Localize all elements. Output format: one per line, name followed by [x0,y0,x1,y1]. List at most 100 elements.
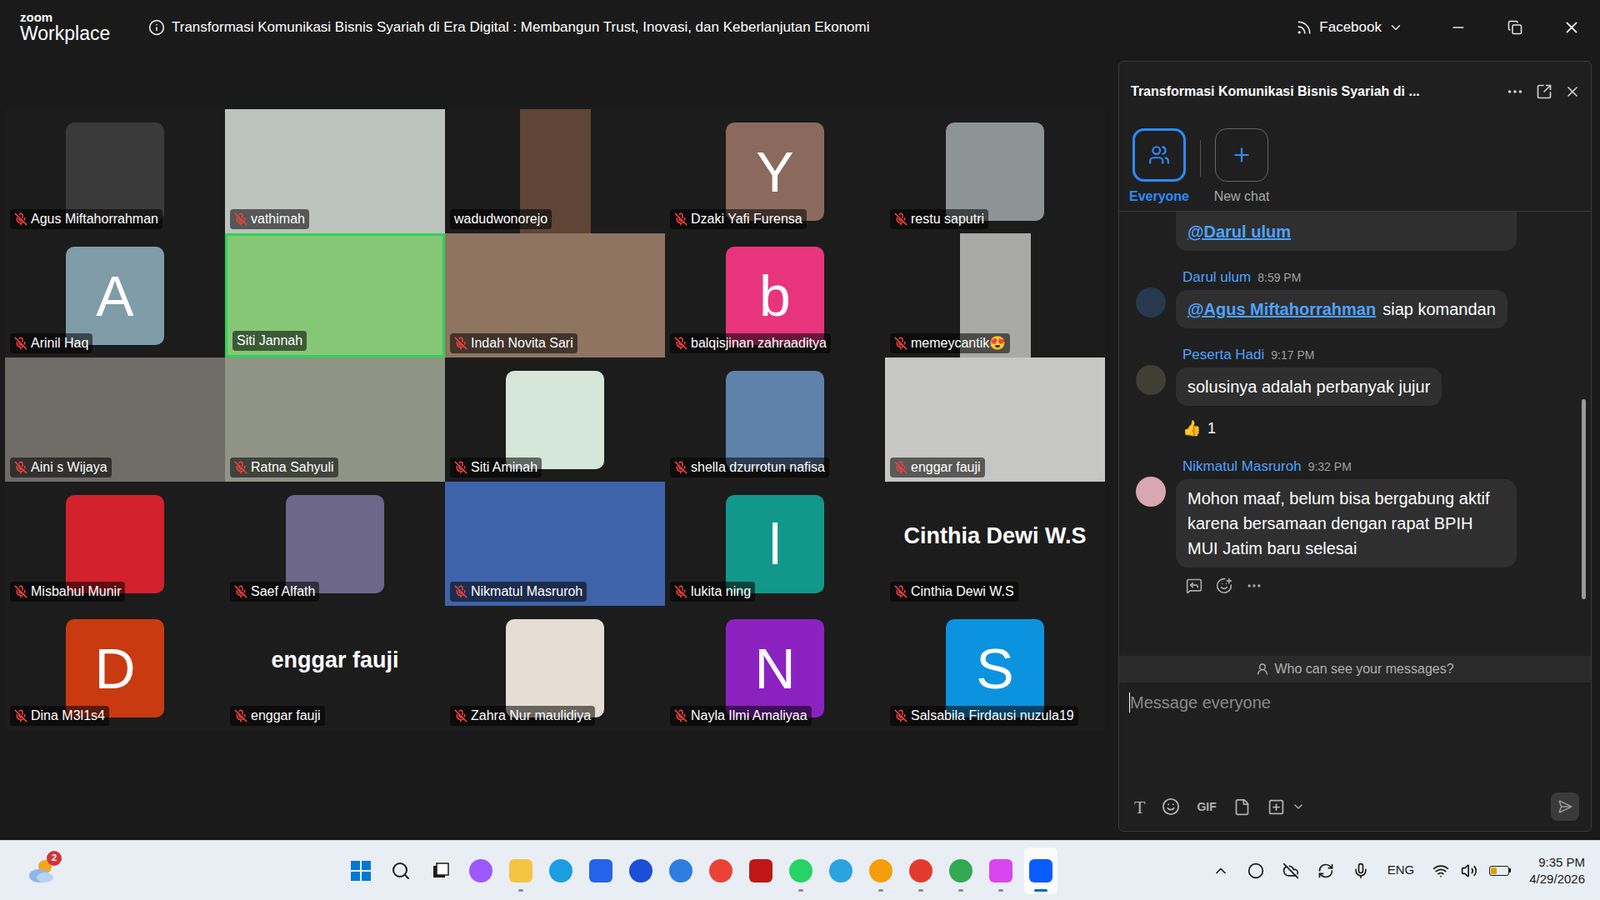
participant-tile[interactable]: Zahra Nur maulidiya [445,605,665,730]
participant-tile[interactable]: Misbahul Munir [5,481,225,606]
participant-tile[interactable]: bbalqisjinan zahraaditya [665,233,885,358]
taskbar-app[interactable] [904,847,938,895]
message-input[interactable]: Message everyone [1119,682,1591,783]
participant-tile[interactable]: Saef Alfath [225,481,445,606]
emoji-icon[interactable] [1161,797,1180,816]
chevron-down-icon [1388,20,1404,35]
clock[interactable]: 9:35 PM4/29/2026 [1529,854,1585,888]
taskbar-app[interactable] [584,847,618,895]
chevron-down-icon[interactable] [1291,800,1305,814]
taskbar-app[interactable] [544,847,578,895]
restore-button[interactable] [1486,0,1544,55]
search-icon [390,860,411,881]
participant-tile[interactable]: Siti Jannah [225,233,445,358]
participant-tile[interactable]: llukita ning [665,481,885,606]
gif-button[interactable]: GIF [1196,798,1216,816]
taskbar-app[interactable] [824,847,858,895]
name-label: Misbahul Munir [10,581,125,602]
participant-tile[interactable]: memeycantik😍 [885,233,1105,358]
participant-tile[interactable]: YDzaki Yafi Furensa [665,109,885,234]
reaction[interactable]: 👍1 [1182,417,1442,440]
participant-tile[interactable]: enggar faujienggar fauji [225,605,445,730]
participant-tile[interactable]: SSalsabila Firdausi nuzula19 [885,605,1105,730]
participant-name: memeycantik😍 [910,335,1006,352]
close-chat-icon[interactable] [1564,83,1581,100]
participant-name: Siti Jannah [236,332,303,350]
sender-name[interactable]: Peserta Hadi [1182,346,1265,364]
participant-tile[interactable]: Indah Novita Sari [445,233,665,358]
participant-tile[interactable]: Nikmatul Masruroh [445,481,665,606]
running-indicator [878,889,884,892]
taskbar-app[interactable] [424,847,458,895]
taskbar-app[interactable] [784,847,818,895]
participant-tile[interactable]: shella dzurrotun nafisa [665,357,885,482]
participant-tile[interactable]: Agus Miftahorrahman [5,109,225,234]
taskbar-app[interactable] [984,847,1018,895]
taskbar-app[interactable] [944,847,978,895]
more-icon[interactable] [1505,82,1525,101]
name-label: Dina M3l1s4 [10,705,110,726]
more-icon[interactable] [1245,577,1263,595]
chat-tab[interactable]: Everyone [1123,121,1195,211]
participant-name: balqisjinan zahraaditya [690,335,827,352]
mention-link[interactable]: @Darul ulum [1187,219,1291,245]
language-indicator[interactable]: ENG [1387,860,1415,880]
taskbar-app[interactable] [664,847,698,895]
mic-icon[interactable] [1352,862,1370,880]
taskbar-app[interactable] [384,847,418,895]
info-icon[interactable] [148,19,165,36]
system-tray: ENG 9:35 PM4/29/2026 [1212,854,1600,888]
mention-link[interactable]: @Agus Miftahorrahman [1187,300,1376,319]
add-reaction-icon[interactable] [1215,577,1233,595]
cloud-off-icon[interactable] [1282,862,1300,880]
sync-icon[interactable] [1317,862,1335,880]
participant-tile[interactable]: vathimah [225,109,445,234]
participant-tile[interactable]: wadudwonorejo [445,109,665,234]
name-label: lukita ning [670,581,755,602]
participant-tile[interactable]: restu saputri [885,109,1105,234]
format-button[interactable]: T [1134,793,1145,821]
privacy-hint[interactable]: Who can see your messages? [1119,655,1591,683]
pop-out-icon[interactable] [1535,83,1553,100]
live-stream-menu[interactable]: Facebook [1295,16,1404,39]
network-volume-battery[interactable] [1432,862,1511,880]
meeting-title: Transformasi Komunikasi Bisnis Syariah d… [171,16,870,39]
windows-start-icon [350,860,371,881]
sender-name[interactable]: Nikmatul Masruroh [1182,458,1302,475]
chevron-up-icon[interactable] [1212,862,1230,880]
participant-tile[interactable]: DDina M3l1s4 [5,605,225,730]
taskbar-app[interactable] [624,847,658,895]
taskbar-app[interactable] [864,847,898,895]
sender-name[interactable]: Darul ulum [1182,269,1251,286]
taskbar-app[interactable] [744,847,778,895]
minimize-button[interactable] [1430,0,1487,55]
taskbar-app[interactable] [1024,847,1058,895]
participant-tile[interactable]: Ratna Sahyuli [225,357,445,482]
send-button[interactable] [1550,792,1580,821]
reply-icon[interactable] [1185,577,1203,595]
file-icon[interactable] [1233,798,1251,816]
mic-muted-icon [894,460,908,475]
taskbar-app[interactable] [704,847,738,895]
participant-name: Arinil Haq [30,335,89,352]
participant-tile[interactable]: NNayla Ilmi Amaliyaa [665,605,885,730]
participant-tile[interactable]: enggar fauji [885,357,1105,482]
participant-tile[interactable]: Aini s Wijaya [5,357,225,482]
screenshot-icon[interactable] [1267,798,1285,816]
taskbar-app[interactable] [504,847,538,895]
scrollbar-thumb[interactable] [1581,399,1586,600]
app-icon [1029,859,1053,883]
message-time: 8:59 PM [1257,269,1301,286]
copilot-ring-icon[interactable] [1247,862,1265,880]
meeting-area: Agus Miftahorrahmanvathimahwadudwonorejo… [0,55,1600,840]
taskbar-app[interactable] [344,847,378,895]
close-button[interactable] [1543,0,1600,55]
name-label: wadudwonorejo [450,209,552,230]
participant-tile[interactable]: Siti Aminah [445,357,665,482]
weather-widget[interactable]: 2 [25,854,59,888]
taskbar-app[interactable] [464,847,498,895]
participant-tile[interactable]: Cinthia Dewi W.SCinthia Dewi W.S [885,481,1105,606]
chat-tab[interactable]: New chat [1205,121,1278,211]
participant-tile[interactable]: AArinil Haq [5,233,225,358]
chat-panel: Transformasi Komunikasi Bisnis Syariah d… [1118,60,1592,832]
